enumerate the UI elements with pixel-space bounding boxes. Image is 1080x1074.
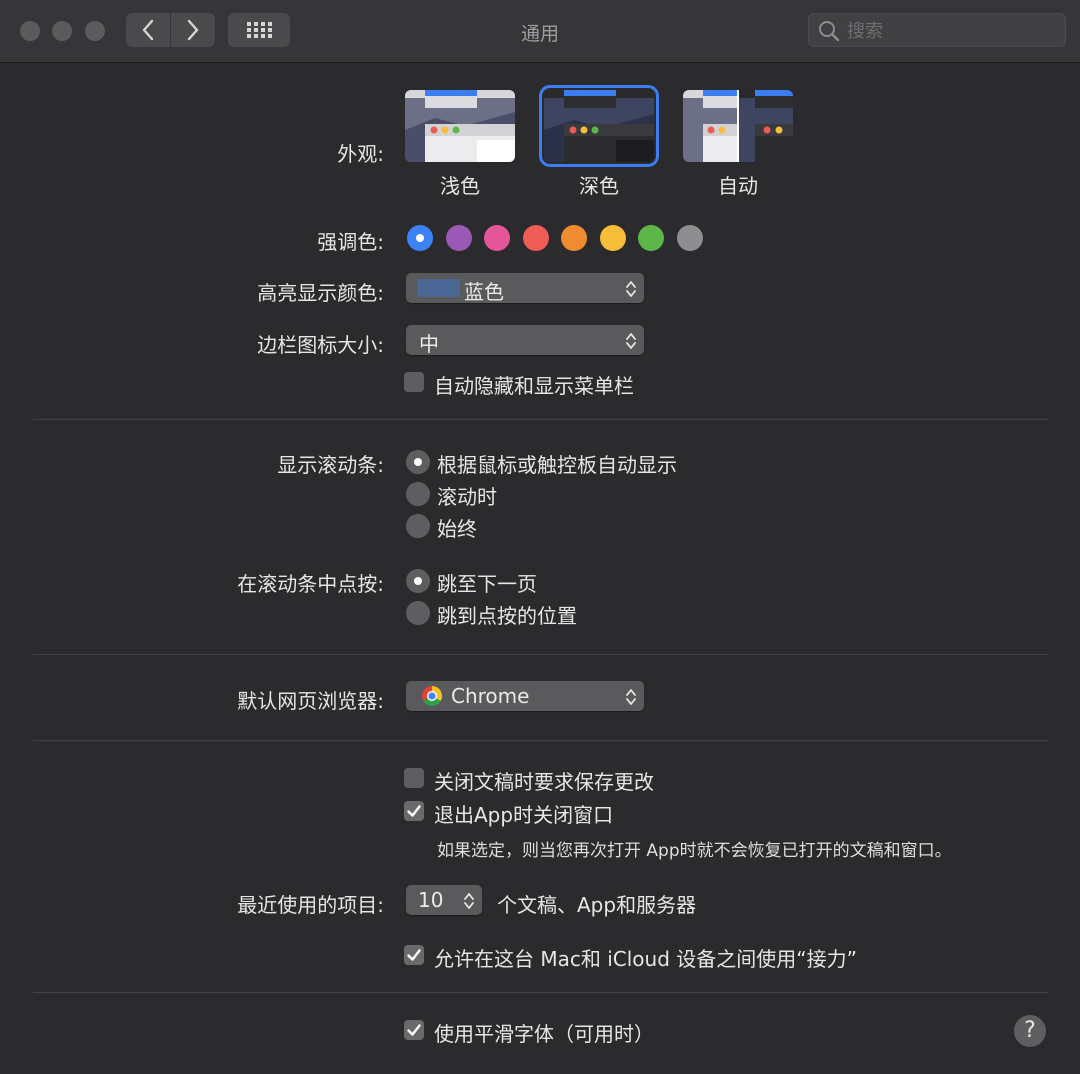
search-field[interactable]	[808, 13, 1066, 47]
accent-color-swatch[interactable]	[676, 225, 703, 251]
ask-keep-changes-checkbox[interactable]	[404, 768, 424, 788]
auto-appearance-thumbnail	[683, 90, 793, 162]
title-bar: 通用	[0, 0, 1080, 63]
scrollbars-when-scrolling-label: 滚动时	[437, 485, 497, 509]
highlight-color-popup[interactable]: 蓝色	[406, 273, 644, 304]
highlight-color-label: 高亮显示颜色:	[257, 281, 384, 305]
light-appearance-thumbnail	[405, 90, 515, 162]
accent-color-swatch[interactable]	[407, 225, 433, 251]
accent-color-swatch[interactable]	[599, 225, 626, 251]
appearance-label: 外观:	[337, 142, 384, 166]
click-scrollbar-label: 在滚动条中点按:	[237, 572, 384, 596]
scrollbars-always-label: 始终	[437, 517, 477, 541]
divider	[33, 992, 1048, 993]
sidebar-icon-size-label: 边栏图标大小:	[257, 333, 384, 357]
appearance-light-option[interactable]	[405, 90, 515, 162]
divider	[33, 419, 1048, 420]
close-windows-note: 如果选定，则当您再次打开 App时就不会恢复已打开的文稿和窗口。	[437, 841, 952, 861]
recent-items-popup[interactable]: 10	[406, 885, 482, 915]
up-down-arrows-icon	[626, 333, 636, 349]
accent-color-swatch[interactable]	[445, 225, 472, 251]
scrollbars-auto-radio[interactable]	[406, 450, 430, 474]
appearance-dark-label: 深色	[579, 174, 619, 198]
jump-to-spot-label: 跳到点按的位置	[437, 604, 577, 628]
ask-keep-changes-label: 关闭文稿时要求保存更改	[434, 770, 654, 794]
autohide-menubar-checkbox[interactable]	[404, 372, 424, 392]
accent-color-swatch[interactable]	[561, 225, 587, 251]
divider	[33, 654, 1048, 655]
accent-color-label: 强调色:	[317, 230, 384, 254]
search-input[interactable]	[845, 18, 1059, 44]
jump-next-page-radio[interactable]	[406, 569, 430, 593]
default-browser-label: 默认网页浏览器:	[237, 689, 384, 713]
checkmark-icon	[407, 949, 421, 961]
dark-appearance-thumbnail	[544, 90, 654, 162]
accent-color-swatch[interactable]	[638, 225, 664, 251]
sidebar-icon-size-popup[interactable]: 中	[406, 325, 644, 356]
highlight-color-value: 蓝色	[464, 280, 504, 304]
up-down-arrows-icon	[464, 893, 474, 909]
appearance-auto-option[interactable]	[683, 90, 793, 162]
scrollbars-always-radio[interactable]	[406, 514, 430, 538]
checkmark-icon	[407, 1024, 421, 1036]
highlight-swatch	[418, 279, 460, 297]
close-windows-label: 退出App时关闭窗口	[434, 803, 614, 827]
up-down-arrows-icon	[626, 689, 636, 705]
checkmark-icon	[407, 805, 421, 817]
font-smoothing-label: 使用平滑字体（可用时）	[434, 1022, 654, 1046]
handoff-label: 允许在这台 Mac和 iCloud 设备之间使用“接力”	[434, 947, 857, 971]
appearance-dark-option[interactable]	[539, 85, 659, 167]
appearance-light-label: 浅色	[440, 174, 480, 198]
show-scrollbars-label: 显示滚动条:	[277, 453, 384, 477]
accent-color-swatch[interactable]	[522, 225, 549, 251]
scrollbars-auto-label: 根据鼠标或触控板自动显示	[437, 453, 677, 477]
jump-next-page-label: 跳至下一页	[437, 572, 537, 596]
help-button[interactable]: ?	[1014, 1015, 1046, 1047]
font-smoothing-checkbox[interactable]	[404, 1020, 424, 1040]
search-icon	[819, 21, 840, 42]
appearance-auto-label: 自动	[718, 174, 758, 198]
accent-color-swatch[interactable]	[484, 225, 510, 251]
default-browser-popup[interactable]: Chrome	[406, 681, 644, 711]
sidebar-icon-size-value: 中	[419, 332, 439, 356]
default-browser-value: Chrome	[451, 684, 530, 708]
chrome-icon	[422, 686, 442, 706]
autohide-menubar-label: 自动隐藏和显示菜单栏	[434, 374, 634, 398]
close-windows-checkbox[interactable]	[404, 801, 424, 821]
scrollbars-when-scrolling-radio[interactable]	[406, 482, 430, 506]
divider	[33, 740, 1048, 741]
recent-items-value: 10	[418, 888, 444, 912]
handoff-checkbox[interactable]	[404, 945, 424, 965]
up-down-arrows-icon	[626, 281, 636, 297]
recent-items-suffix: 个文稿、App和服务器	[497, 893, 697, 917]
recent-items-label: 最近使用的项目:	[237, 893, 384, 917]
jump-to-spot-radio[interactable]	[406, 601, 430, 625]
selected-dot-icon	[416, 234, 424, 242]
